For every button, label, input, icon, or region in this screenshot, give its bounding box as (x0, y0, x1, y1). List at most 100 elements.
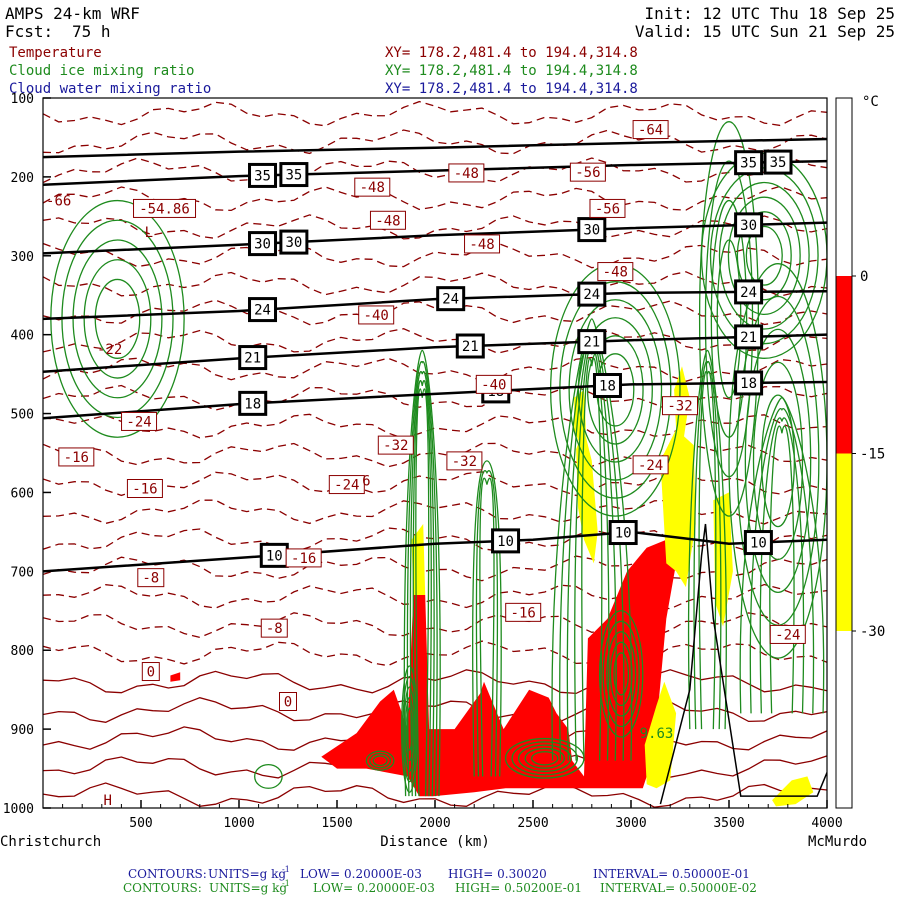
y-tick-label: 500 (11, 408, 34, 423)
y-tick-label: 900 (11, 723, 34, 738)
footer2-low: LOW= 0.20000E-03 (313, 881, 435, 895)
x-tick-label: 3000 (615, 816, 646, 831)
temperature-label: -54.86 (139, 201, 190, 217)
temperature-label: -16 (511, 605, 536, 621)
y-tick-label: 100 (11, 92, 34, 107)
temperature-label: -40 (364, 308, 389, 324)
height-label: 35 (740, 156, 757, 172)
temperature-label: 0 (284, 695, 292, 711)
footer1-high: HIGH= 0.30020 (448, 867, 547, 881)
height-label: 35 (254, 168, 271, 184)
footer2-units: UNITS=g kg (209, 881, 287, 895)
x-axis-label: Distance (km) (380, 834, 490, 850)
chart-annotation: H (103, 793, 111, 809)
forecast-label: Fcst: (5, 22, 53, 41)
temperature-label: -24 (775, 627, 800, 643)
height-label: 30 (254, 237, 271, 253)
footer1-interval: INTERVAL= 0.50000E-01 (593, 867, 750, 881)
height-label: 10 (750, 536, 767, 552)
init-time: Init: 12 UTC Thu 18 Sep 25 (645, 4, 895, 23)
height-label: 18 (599, 379, 616, 395)
temperature-label: -32 (667, 399, 692, 415)
height-label: 30 (740, 218, 757, 234)
height-label: 30 (285, 235, 302, 251)
field-cloud-water-name: Cloud water mixing ratio (9, 81, 211, 97)
footer2-units-exp: -1 (282, 879, 290, 888)
temperature-label: -48 (375, 213, 400, 229)
chart-annotation: -66 (46, 194, 71, 210)
x-tick-label: 500 (129, 816, 152, 831)
field-cloud-ice-name: Cloud ice mixing ratio (9, 63, 194, 79)
temperature-label: -40 (481, 377, 506, 393)
chart-annotation: 6 (362, 474, 370, 490)
y-tick-label: 1000 (3, 802, 34, 817)
x-tick-label: 1000 (223, 816, 254, 831)
height-label: 18 (740, 376, 757, 392)
temperature-label: 0 (147, 665, 155, 681)
height-label: 24 (740, 285, 757, 301)
chart-annotation: 9.63 (640, 726, 674, 742)
footer1-low: LOW= 0.20000E-03 (300, 867, 422, 881)
field-cloud-ice-xy: XY= 178.2,481.4 to 194.4,314.8 (385, 63, 638, 79)
temperature-label: -24 (638, 458, 663, 474)
forecast-hours: 75 h (72, 22, 111, 41)
temperature-label: -16 (132, 482, 157, 498)
chart-annotation: -22 (97, 342, 122, 358)
footer-line-2: CONTOURS: UNITS=g kg -1 LOW= 0.20000E-03… (123, 879, 757, 895)
temperature-label: -8 (142, 571, 159, 587)
temperature-label: -56 (595, 201, 620, 217)
height-label: 24 (254, 303, 271, 319)
y-tick-label: 700 (11, 565, 34, 580)
height-label: 18 (244, 396, 261, 412)
colorbar-tick-label: -15 (860, 447, 885, 463)
height-label: 35 (285, 168, 302, 184)
chart-annotation: L (145, 225, 153, 241)
y-tick-label: 800 (11, 644, 34, 659)
cross-section-figure: AMPS 24-km WRF Fcst: 75 h Init: 12 UTC T… (0, 4, 895, 895)
field-temperature-xy: XY= 178.2,481.4 to 194.4,314.8 (385, 45, 638, 61)
y-tick-label: 300 (11, 250, 34, 265)
colorbar-tick-label: -30 (860, 624, 885, 640)
colorbar-band-1 (836, 453, 852, 631)
height-label: 21 (583, 335, 600, 351)
temperature-label: -16 (64, 450, 89, 466)
x-tick-label: 2500 (517, 816, 548, 831)
height-label: 24 (442, 292, 459, 308)
temperature-label: -8 (266, 621, 283, 637)
valid-time: Valid: 15 UTC Sun 21 Sep 25 (635, 22, 895, 41)
temperature-label: -56 (575, 165, 600, 181)
field-cloud-water-xy: XY= 178.2,481.4 to 194.4,314.8 (385, 81, 638, 97)
temperature-label: -48 (603, 265, 628, 281)
height-label: 35 (770, 155, 787, 171)
height-label: 24 (583, 287, 600, 303)
height-label: 21 (244, 351, 261, 367)
x-tick-label: 1500 (321, 816, 352, 831)
temperature-label: -24 (126, 414, 151, 430)
temperature-label: -32 (452, 454, 477, 470)
temperature-label: -48 (469, 237, 494, 253)
height-label: 30 (583, 223, 600, 239)
y-tick-label: 200 (11, 171, 34, 186)
y-tick-label: 400 (11, 329, 34, 344)
model-title: AMPS 24-km WRF (5, 4, 140, 23)
x-tick-label: 3500 (713, 816, 744, 831)
height-label: 21 (740, 330, 757, 346)
y-tick-label: 600 (11, 486, 34, 501)
colorbar-tick-label: 0 (860, 269, 868, 285)
height-label: 10 (615, 526, 632, 542)
footer1-label: CONTOURS: (128, 867, 207, 881)
temperature-label: -32 (383, 438, 408, 454)
colorbar: °C 0 -15 -30 (835, 94, 885, 809)
temperature-label: -48 (360, 180, 385, 196)
footer2-high: HIGH= 0.50200E-01 (455, 881, 582, 895)
height-label: 21 (462, 339, 479, 355)
temperature-label: -16 (291, 551, 316, 567)
footer2-interval: INTERVAL= 0.50000E-02 (600, 881, 757, 895)
x-tick-label: 2000 (419, 816, 450, 831)
temperature-label: -48 (454, 166, 479, 182)
colorbar-band-0 (836, 276, 852, 454)
height-label: 10 (497, 534, 514, 550)
footer-line-1: CONTOURS: UNITS=g kg -1 LOW= 0.20000E-03… (128, 865, 750, 881)
temperature-label: -24 (334, 478, 359, 494)
x-start-label: Christchurch (0, 834, 101, 850)
